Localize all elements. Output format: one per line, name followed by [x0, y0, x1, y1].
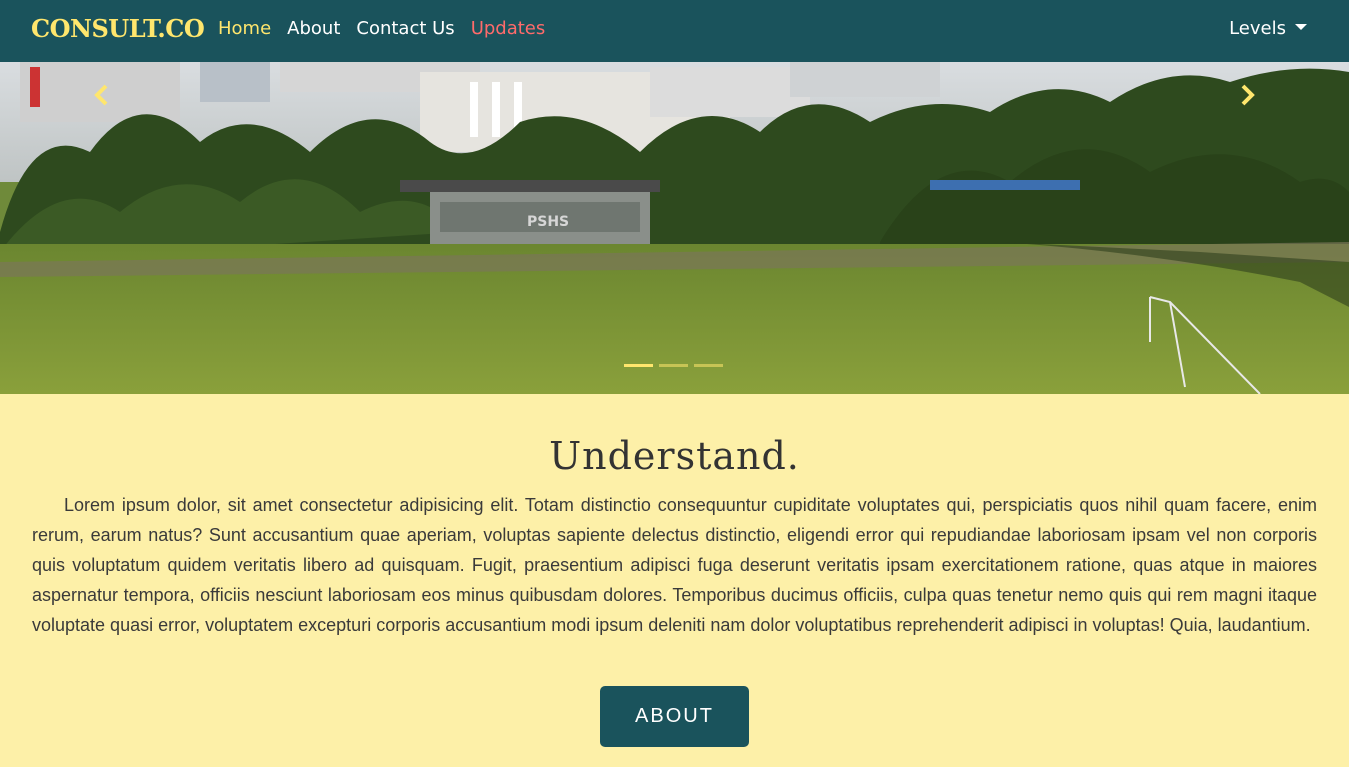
section-body-text: Lorem ipsum dolor, sit amet consectetur … — [32, 495, 1317, 635]
chevron-left-icon — [94, 84, 108, 106]
levels-dropdown[interactable]: Levels — [1229, 18, 1307, 39]
navbar: CONSULT.CO Home About Contact Us Updates… — [0, 0, 1349, 62]
carousel-indicator-1[interactable] — [624, 364, 653, 367]
nav-link-contact-us[interactable]: Contact Us — [356, 18, 454, 39]
about-button[interactable]: ABOUT — [600, 686, 749, 747]
carousel-indicator-2[interactable] — [659, 364, 688, 367]
brand-logo[interactable]: CONSULT.CO — [31, 14, 205, 43]
carousel-indicators — [624, 364, 723, 367]
carousel-next-button[interactable] — [1233, 80, 1263, 110]
nav-link-about[interactable]: About — [287, 18, 340, 39]
section-title: Understand. — [549, 434, 800, 478]
slide-caption: PSHS — [527, 214, 570, 230]
caret-down-icon — [1295, 23, 1307, 30]
main-content: Understand. Lorem ipsum dolor, sit amet … — [0, 394, 1349, 767]
nav-link-updates[interactable]: Updates — [471, 18, 546, 39]
carousel-prev-button[interactable] — [86, 80, 116, 110]
hero-carousel: PSHS — [0, 62, 1349, 394]
levels-dropdown-label: Levels — [1229, 18, 1286, 39]
nav-link-home[interactable]: Home — [218, 18, 271, 39]
campus-field-photo — [0, 62, 1349, 394]
chevron-right-icon — [1241, 84, 1255, 106]
nav-links: Home About Contact Us Updates — [218, 18, 545, 39]
carousel-indicator-3[interactable] — [694, 364, 723, 367]
